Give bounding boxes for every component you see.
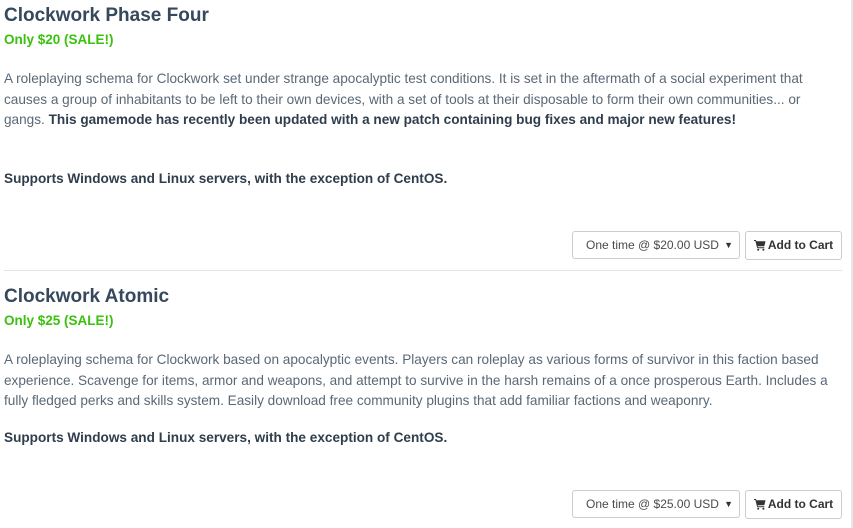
product-card: Clockwork Atomic Only $25 (SALE!) A role… <box>4 281 842 528</box>
description-highlight: This gamemode has recently been updated … <box>48 112 736 127</box>
product-card: Clockwork Phase Four Only $20 (SALE!) A … <box>4 0 842 270</box>
product-description: A roleplaying schema for Clockwork based… <box>4 350 838 412</box>
shopping-cart-icon <box>753 240 766 251</box>
billing-cycle-value: One time @ $25.00 USD <box>586 497 719 511</box>
platform-support-note: Supports Windows and Linux servers, with… <box>4 430 448 445</box>
description-text: A roleplaying schema for Clockwork based… <box>4 352 828 408</box>
caret-down-icon: ▼ <box>724 240 733 250</box>
add-to-cart-label: Add to Cart <box>767 497 834 511</box>
billing-cycle-select[interactable]: One time @ $20.00 USD ▼ <box>572 231 740 259</box>
add-to-cart-button[interactable]: Add to Cart <box>745 231 842 260</box>
caret-down-icon: ▼ <box>724 499 733 509</box>
product-title: Clockwork Phase Four <box>4 5 209 26</box>
add-to-cart-label: Add to Cart <box>767 238 834 252</box>
platform-support-note: Supports Windows and Linux servers, with… <box>4 171 448 186</box>
product-description: A roleplaying schema for Clockwork set u… <box>4 69 838 131</box>
shopping-cart-icon <box>753 499 766 510</box>
billing-cycle-select[interactable]: One time @ $25.00 USD ▼ <box>572 490 740 518</box>
add-to-cart-button[interactable]: Add to Cart <box>745 490 842 519</box>
product-list-page: Clockwork Phase Four Only $20 (SALE!) A … <box>0 0 853 528</box>
product-price: Only $25 (SALE!) <box>4 313 114 328</box>
product-divider <box>4 270 842 271</box>
billing-cycle-value: One time @ $20.00 USD <box>586 238 719 252</box>
product-title: Clockwork Atomic <box>4 286 170 307</box>
product-price: Only $20 (SALE!) <box>4 32 114 47</box>
